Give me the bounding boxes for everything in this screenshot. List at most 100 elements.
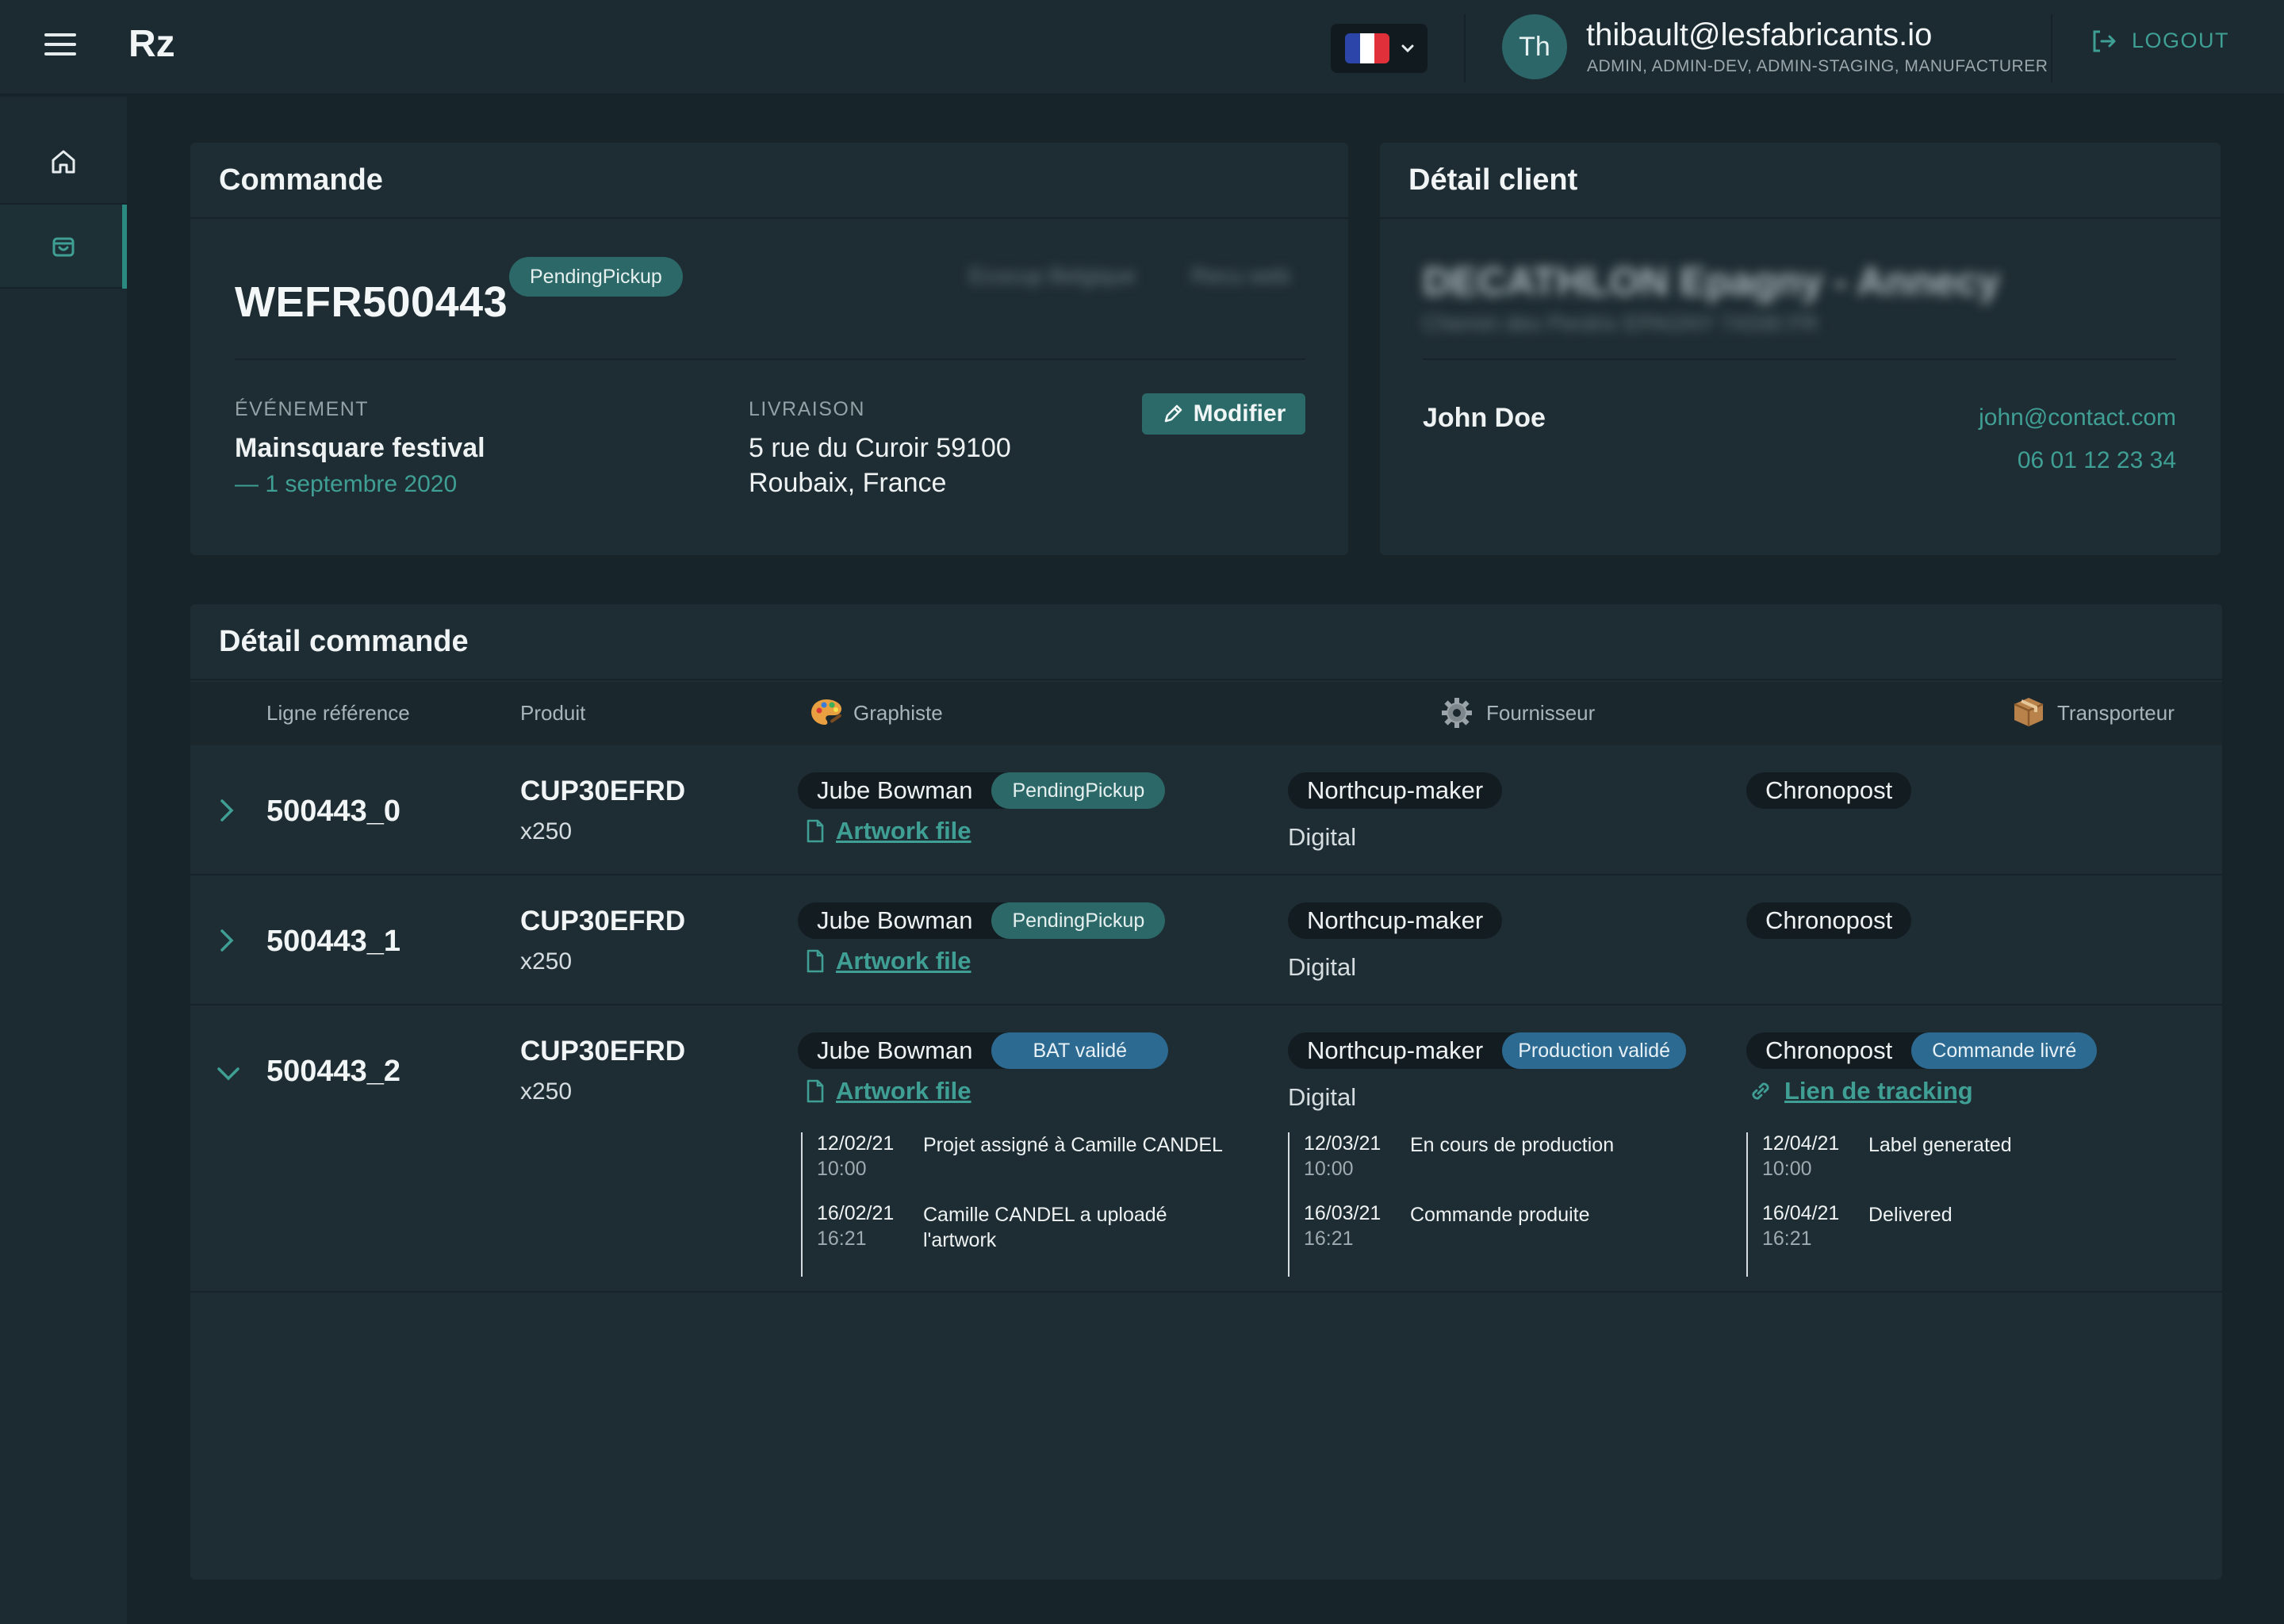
divider: [1423, 358, 2176, 360]
line-reference: 500443_2: [266, 1055, 401, 1088]
delivery-address-line1: 5 rue du Curoir 59100: [749, 433, 1011, 463]
order-card: Commande WEFR500443 PendingPickup Ecocup…: [190, 143, 1348, 555]
designer-status-badge: PendingPickup: [991, 902, 1166, 939]
menu-icon[interactable]: [44, 33, 79, 62]
order-details-panel: Détail commande Ligne référence Produit …: [190, 604, 2222, 1580]
artwork-file-link[interactable]: Artwork file: [806, 947, 971, 975]
product-code: CUP30EFRD: [520, 1036, 686, 1067]
supplier-chip: Northcup-maker: [1288, 772, 1503, 809]
contact-phone-link[interactable]: 06 01 12 23 34: [2018, 447, 2176, 474]
table-header: Ligne référence Produit Graphiste Fourni…: [190, 682, 2222, 745]
logout-button[interactable]: LOGOUT: [2090, 29, 2229, 53]
designer-name: Jube Bowman: [817, 776, 973, 804]
designer-chip: Jube Bowman PendingPickup: [798, 772, 1166, 809]
avatar[interactable]: Th: [1502, 14, 1567, 79]
edit-order-label: Modifier: [1193, 400, 1286, 427]
event-date: 16/03/21: [1304, 1202, 1382, 1224]
timeline-event: 12/03/21 10:00 En cours de production: [1304, 1132, 1716, 1202]
contact-email-link[interactable]: john@contact.com: [1979, 404, 2176, 431]
supplier-name: Northcup-maker: [1307, 906, 1484, 934]
order-tag-blurred: Ecocup Belgique: [969, 263, 1136, 288]
app-logo[interactable]: Rz: [128, 22, 175, 66]
product-code: CUP30EFRD: [520, 776, 686, 806]
column-header-product: Produit: [520, 701, 586, 725]
carrier-chip: Chronopost: [1746, 772, 1912, 809]
logout-icon: [2093, 30, 2116, 52]
package-icon: [2014, 698, 2044, 726]
shopping-bag-icon: [52, 237, 75, 257]
carrier-status-badge: Commande livré: [1911, 1032, 2098, 1069]
carrier-name: Chronopost: [1765, 906, 1893, 934]
event-date: 12/02/21: [817, 1132, 895, 1155]
designer-name: Jube Bowman: [817, 906, 973, 934]
file-icon: [807, 819, 824, 843]
supplier-timeline: 12/03/21 10:00 En cours de production 16…: [1288, 1132, 1716, 1277]
french-flag-icon: [1345, 33, 1389, 63]
sidebar-item-orders[interactable]: [0, 205, 127, 289]
timeline-event: 12/04/21 10:00 Label generated: [1762, 1132, 2175, 1202]
sidebar-item-home[interactable]: [0, 121, 127, 205]
client-card-title: Détail client: [1408, 163, 1578, 197]
artwork-file-link[interactable]: Artwork file: [806, 1077, 971, 1105]
supplier-type: Digital: [1288, 1083, 1357, 1111]
carrier-chip: Chronopost Commande livré: [1746, 1032, 2098, 1069]
order-status-badge: PendingPickup: [509, 257, 683, 297]
designer-chip: Jube Bowman BAT validé: [798, 1032, 1169, 1069]
carrier-name: Chronopost: [1765, 776, 1893, 804]
carrier-chip: Chronopost: [1746, 902, 1912, 939]
event-time: 16:21: [1304, 1228, 1354, 1250]
divider: [2051, 14, 2052, 82]
event-text: En cours de production: [1410, 1134, 1615, 1156]
logout-label: LOGOUT: [2132, 29, 2230, 52]
chevron-right-icon[interactable]: [214, 926, 238, 955]
artwork-file-link[interactable]: Artwork file: [806, 817, 971, 845]
chevron-down-icon: [1401, 44, 1414, 53]
line-reference: 500443_0: [266, 795, 401, 828]
event-time: 10:00: [1304, 1158, 1354, 1180]
event-date: — 1 septembre 2020: [235, 471, 458, 497]
contact-name: John Doe: [1423, 403, 1546, 433]
designer-status-badge: PendingPickup: [991, 772, 1166, 809]
file-icon: [807, 949, 824, 973]
column-header-designer: Graphiste: [853, 701, 943, 725]
tracking-link-label: Lien de tracking: [1784, 1077, 1973, 1105]
tracking-link[interactable]: Lien de tracking: [1748, 1077, 1973, 1105]
column-header-ref: Ligne référence: [266, 701, 410, 725]
event-time: 16:21: [817, 1228, 867, 1250]
designer-chip: Jube Bowman PendingPickup: [798, 902, 1166, 939]
event-text: Label generated: [1868, 1134, 2012, 1156]
product-code: CUP30EFRD: [520, 906, 686, 936]
event-text: Projet assigné à Camille CANDEL: [923, 1134, 1223, 1156]
top-bar: Rz Th thibault@lesfabricants.io ADMIN, A…: [0, 0, 2284, 95]
delivery-address-line2: Roubaix, France: [749, 468, 947, 498]
gear-icon: [1442, 698, 1472, 728]
user-roles: ADMIN, ADMIN-DEV, ADMIN-STAGING, MANUFAC…: [1587, 57, 2048, 75]
chevron-down-icon[interactable]: [214, 1061, 243, 1085]
divider: [1464, 14, 1466, 82]
order-card-title: Commande: [219, 163, 383, 197]
link-icon: [1752, 1082, 1769, 1100]
home-icon: [52, 150, 75, 174]
palette-icon: [811, 699, 841, 725]
supplier-type: Digital: [1288, 823, 1357, 851]
client-company-name: DECATHLON Epagny - Annecy: [1423, 259, 2000, 304]
table-row[interactable]: 500443_1 CUP30EFRD x250 Jube Bowman Pend…: [190, 875, 2222, 1005]
client-card: Détail client DECATHLON Epagny - Annecy …: [1380, 143, 2221, 555]
event-text: Camille CANDEL a uploadé l'artwork: [923, 1204, 1167, 1251]
order-number: WEFR500443: [235, 278, 508, 326]
designer-status-badge: BAT validé: [991, 1032, 1169, 1069]
event-time: 10:00: [817, 1158, 867, 1180]
column-header-carrier: Transporteur: [2057, 701, 2175, 725]
order-details-title: Détail commande: [219, 624, 469, 658]
event-time: 10:00: [1762, 1158, 1812, 1180]
language-selector[interactable]: [1331, 24, 1428, 73]
column-header-supplier: Fournisseur: [1486, 701, 1596, 725]
edit-order-button[interactable]: Modifier: [1142, 393, 1305, 435]
carrier-timeline: 12/04/21 10:00 Label generated 16/04/21 …: [1746, 1132, 2175, 1277]
table-row-expanded[interactable]: 500443_2 CUP30EFRD x250 Jube Bowman BAT …: [190, 1005, 2222, 1293]
chevron-right-icon[interactable]: [214, 796, 238, 825]
file-icon: [807, 1079, 824, 1103]
event-text: Commande produite: [1410, 1204, 1590, 1226]
table-row[interactable]: 500443_0 CUP30EFRD x250 Jube Bowman Pend…: [190, 745, 2222, 875]
supplier-type: Digital: [1288, 953, 1357, 981]
